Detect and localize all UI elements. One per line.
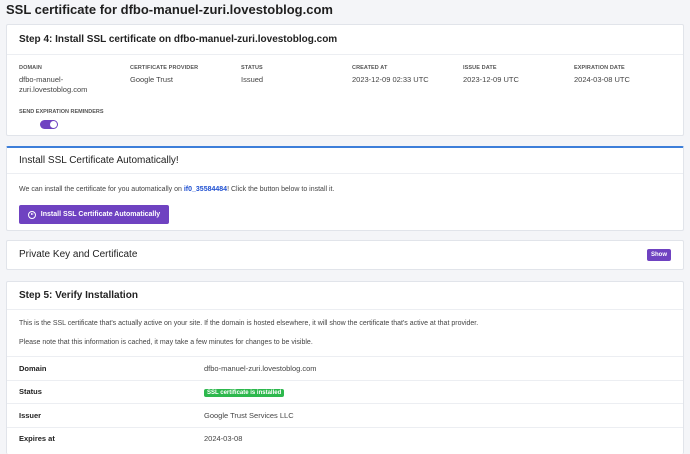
auto-install-text-before: We can install the certificate for you a… (19, 186, 184, 193)
info-domain-label: DOMAIN (19, 65, 42, 71)
info-provider-value: Google Trust (130, 75, 173, 84)
auto-install-text-after: ! Click the button below to install it. (227, 186, 335, 193)
table-row: Expires at 2024-03-08 (7, 426, 683, 451)
verify-table: Domain dfbo-manuel-zuri.lovestoblog.com … (7, 356, 683, 450)
info-expiration-label: EXPIRATION DATE (574, 65, 625, 71)
row-value: dfbo-manuel-zuri.lovestoblog.com (204, 363, 317, 373)
row-key: Domain (19, 363, 47, 373)
table-row: Domain dfbo-manuel-zuri.lovestoblog.com (7, 356, 683, 380)
step4-card: Step 4: Install SSL certificate on dfbo-… (6, 24, 684, 136)
info-domain: DOMAIN dfbo-manuel- zuri.lovestoblog.com (19, 65, 119, 95)
private-key-card: Private Key and Certificate Show (6, 240, 684, 270)
install-ssl-button[interactable]: Install SSL Certificate Automatically (19, 205, 169, 224)
info-issue-date-value: 2023-12-09 UTC (463, 75, 519, 84)
info-expiration: EXPIRATION DATE 2024-03-08 UTC (574, 65, 674, 85)
row-key: Expires at (19, 434, 55, 444)
reminders-label: SEND EXPIRATION REMINDERS (19, 109, 104, 115)
private-key-title: Private Key and Certificate (19, 249, 138, 260)
info-provider: CERTIFICATE PROVIDER Google Trust (130, 65, 230, 85)
info-created-label: CREATED AT (352, 65, 388, 71)
reminders-toggle[interactable] (40, 120, 58, 129)
step5-title: Step 5: Verify Installation (7, 282, 683, 310)
play-circle-icon (27, 210, 36, 219)
table-row: Issuer Google Trust Services LLC (7, 403, 683, 427)
page-title: SSL certificate for dfbo-manuel-zuri.lov… (6, 2, 333, 17)
row-value: SSL certificate is installed (204, 387, 285, 398)
table-row: Status SSL certificate is installed (7, 379, 683, 404)
row-value: Google Trust Services LLC (204, 410, 294, 420)
row-key: Issuer (19, 410, 42, 420)
info-issue-date: ISSUE DATE 2023-12-09 UTC (463, 65, 563, 85)
info-status-label: STATUS (241, 65, 263, 71)
info-created-value: 2023-12-09 02:33 UTC (352, 75, 429, 84)
verify-description: This is the SSL certificate that's actua… (19, 320, 479, 327)
info-domain-value: dfbo-manuel- zuri.lovestoblog.com (19, 75, 88, 94)
auto-install-text: We can install the certificate for you a… (19, 186, 334, 193)
verify-cache-note: Please note that this information is cac… (19, 339, 313, 346)
info-provider-label: CERTIFICATE PROVIDER (130, 65, 199, 71)
auto-install-title: Install SSL Certificate Automatically! (7, 148, 683, 174)
status-badge: SSL certificate is installed (204, 389, 285, 398)
info-issue-date-label: ISSUE DATE (463, 65, 497, 71)
row-key: Status (19, 387, 42, 397)
info-created: CREATED AT 2023-12-09 02:33 UTC (352, 65, 452, 85)
step5-card: Step 5: Verify Installation This is the … (6, 281, 684, 454)
toggle-knob (50, 121, 57, 128)
hosting-account-link[interactable]: if0_35584484 (184, 186, 227, 193)
row-value: 2024-03-08 (204, 434, 243, 444)
info-status-value: Issued (241, 75, 264, 84)
show-key-button[interactable]: Show (647, 249, 671, 261)
step4-title: Step 4: Install SSL certificate on dfbo-… (7, 25, 683, 55)
info-status: STATUS Issued (241, 65, 341, 85)
auto-install-card: Install SSL Certificate Automatically! W… (6, 146, 684, 231)
install-ssl-button-label: Install SSL Certificate Automatically (40, 211, 161, 218)
info-expiration-value: 2024-03-08 UTC (574, 75, 630, 84)
